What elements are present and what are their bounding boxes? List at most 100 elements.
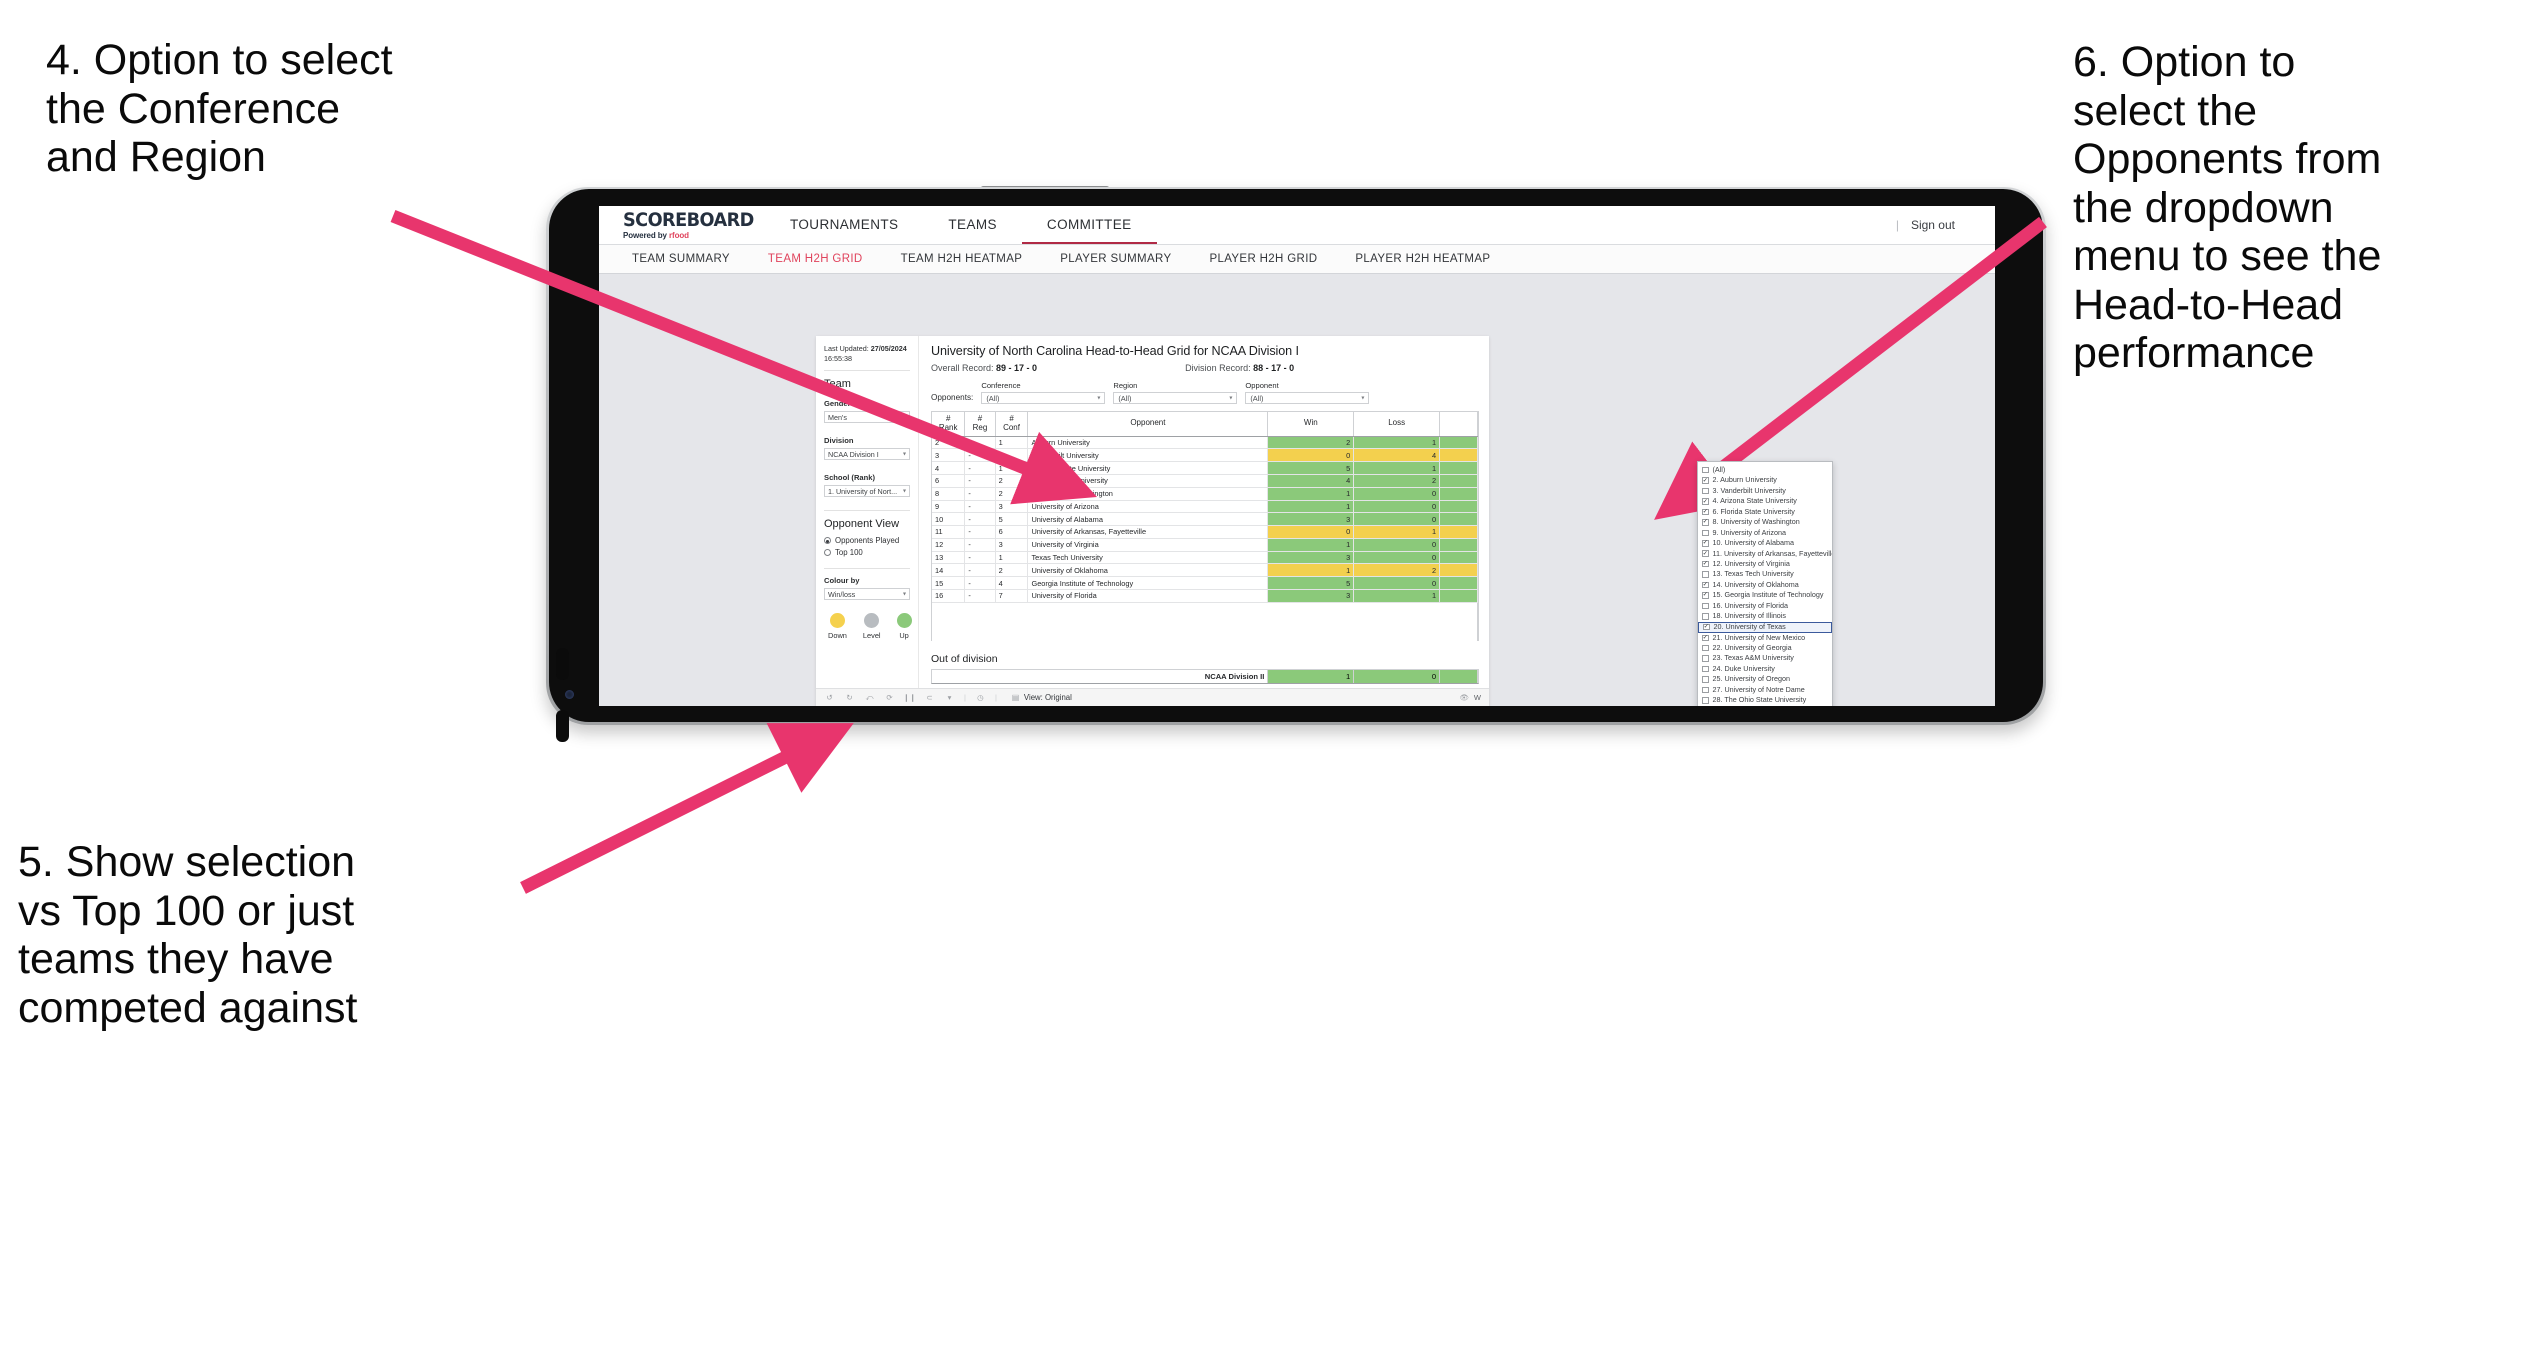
subnav-item-player-summary[interactable]: PLAYER SUMMARY xyxy=(1041,253,1190,265)
table-row[interactable]: 12-3 University of Virginia 1 0 xyxy=(932,538,1478,552)
radio-opponents-played[interactable]: Opponents Played xyxy=(824,536,910,545)
colour-by-select[interactable]: Win/loss ▾ xyxy=(824,588,910,601)
dropdown-option[interactable]: ✓ 21. University of New Mexico xyxy=(1698,633,1832,643)
table-row[interactable]: 14-2 University of Oklahoma 1 2 xyxy=(932,563,1478,578)
checkbox-checked-icon[interactable]: ✓ xyxy=(1702,592,1709,599)
dropdown-option[interactable]: ✓ 8. University of Washington xyxy=(1698,517,1832,527)
app-logo[interactable]: SCOREBOARD Powered by rfood xyxy=(623,210,754,240)
checkbox-unchecked-icon[interactable] xyxy=(1702,697,1709,704)
checkbox-checked-icon[interactable]: ✓ xyxy=(1702,581,1709,589)
dropdown-option[interactable]: ✓ 14. University of Oklahoma xyxy=(1698,580,1832,590)
dropdown-option[interactable]: 22. University of Georgia xyxy=(1698,643,1832,653)
checkbox-unchecked-icon[interactable] xyxy=(1702,571,1709,578)
table-row[interactable]: 6-2 Florida State University 4 2 xyxy=(932,474,1478,488)
table-row[interactable]: 15-4 Georgia Institute of Technology 5 0 xyxy=(932,576,1478,590)
dropdown-option[interactable]: 16. University of Florida xyxy=(1698,601,1832,611)
dropdown-option-label: 10. University of Alabama xyxy=(1712,538,1795,548)
refresh-data-icon[interactable]: ⟳ xyxy=(884,692,895,703)
subnav-item-player-h2h-grid[interactable]: PLAYER H2H GRID xyxy=(1190,253,1336,265)
dropdown-option[interactable]: (All) xyxy=(1698,465,1832,475)
opponent-dropdown-list[interactable]: (All) ✓ 2. Auburn University 3. Vanderbilt … xyxy=(1698,462,1832,706)
table-row[interactable]: 11-6 University of Arkansas, Fayetteville… xyxy=(932,525,1478,539)
revert-icon[interactable]: ⤺ xyxy=(864,692,875,703)
cell-reg: - xyxy=(964,500,996,514)
dropdown-option[interactable]: 25. University of Oregon xyxy=(1698,674,1832,684)
checkbox-checked-icon[interactable]: ✓ xyxy=(1702,550,1709,557)
cell-spacer xyxy=(1439,589,1478,603)
checkbox-unchecked-icon[interactable] xyxy=(1702,686,1709,694)
dropdown-option[interactable]: 24. Duke University xyxy=(1698,664,1832,674)
checkbox-unchecked-icon[interactable] xyxy=(1702,676,1709,683)
share-icon[interactable]: ⊂ xyxy=(924,692,935,703)
pause-updates-icon[interactable]: ❙❙ xyxy=(903,692,916,703)
radio-top-100[interactable]: Top 100 xyxy=(824,548,910,557)
dropdown-option[interactable]: ✓ 4. Arizona State University xyxy=(1698,496,1832,506)
dropdown-option[interactable]: 3. Vanderbilt University xyxy=(1698,486,1832,496)
checkbox-checked-icon[interactable]: ✓ xyxy=(1702,498,1709,505)
checkbox-checked-icon[interactable]: ✓ xyxy=(1702,508,1709,516)
table-row[interactable]: 2-1 Auburn University 2 1 xyxy=(932,436,1478,450)
chevron-down-icon[interactable]: ▾ xyxy=(944,692,955,703)
table-row[interactable]: 16-7 University of Florida 3 1 xyxy=(932,589,1478,603)
dropdown-option[interactable]: 18. University of Illinois xyxy=(1698,611,1832,621)
region-filter-select[interactable]: (All) ▾ xyxy=(1113,392,1238,404)
topnav-item-teams[interactable]: TEAMS xyxy=(923,206,1022,244)
checkbox-unchecked-icon[interactable] xyxy=(1702,529,1709,537)
checkbox-unchecked-icon[interactable] xyxy=(1702,487,1709,495)
subnav-item-team-h2h-heatmap[interactable]: TEAM H2H HEATMAP xyxy=(882,253,1042,265)
dropdown-option[interactable]: ✓ 15. Georgia Institute of Technology xyxy=(1698,590,1832,600)
table-row[interactable]: 3-2 Vanderbilt University 0 4 xyxy=(932,448,1478,463)
view-original-button[interactable]: ▤ View: Original xyxy=(1010,692,1072,703)
subnav-item-team-h2h-grid[interactable]: TEAM H2H GRID xyxy=(749,253,882,265)
checkbox-unchecked-icon[interactable] xyxy=(1702,665,1709,673)
opponent-filter-select[interactable]: (All) ▾ xyxy=(1245,392,1370,404)
cell-rank: 14 xyxy=(932,563,966,578)
checkbox-checked-icon[interactable]: ✓ xyxy=(1703,623,1710,631)
dropdown-option[interactable]: ✓ 6. Florida State University xyxy=(1698,507,1832,517)
table-row[interactable]: 8-2 University of Washington 1 0 xyxy=(932,487,1478,501)
dropdown-option[interactable]: ✓ 20. University of Texas xyxy=(1698,621,1832,633)
eye-icon[interactable]: 👁 xyxy=(1459,692,1470,703)
signout-link[interactable]: Sign out xyxy=(1911,218,1955,232)
checkbox-unchecked-icon[interactable] xyxy=(1702,644,1709,652)
cell-spacer xyxy=(1439,487,1478,501)
checkbox-checked-icon[interactable]: ✓ xyxy=(1702,540,1709,547)
dropdown-option[interactable]: 9. University of Arizona xyxy=(1698,528,1832,538)
table-row[interactable]: 9-3 University of Arizona 1 0 xyxy=(932,500,1478,514)
gender-select[interactable]: Men's ▾ xyxy=(824,411,910,424)
dropdown-option[interactable]: 28. The Ohio State University xyxy=(1698,695,1832,705)
dropdown-option[interactable]: ✓ 11. University of Arkansas, Fayettevill… xyxy=(1698,549,1832,559)
dropdown-option[interactable]: ✓ 2. Auburn University xyxy=(1698,475,1832,485)
checkbox-unchecked-icon[interactable] xyxy=(1702,466,1709,474)
checkbox-checked-icon[interactable]: ✓ xyxy=(1702,560,1709,568)
table-row[interactable]: 13-1 Texas Tech University 3 0 xyxy=(932,551,1478,565)
dropdown-option[interactable]: ✓ 10. University of Alabama xyxy=(1698,538,1832,548)
subnav-item-player-h2h-heatmap[interactable]: PLAYER H2H HEATMAP xyxy=(1336,253,1509,265)
dropdown-option[interactable]: 13. Texas Tech University xyxy=(1698,569,1832,579)
table-row[interactable]: 4-1 Arizona State University 5 1 xyxy=(932,461,1478,475)
dropdown-option[interactable]: 23. Texas A&M University xyxy=(1698,653,1832,663)
checkbox-unchecked-icon[interactable] xyxy=(1702,655,1709,662)
legend-dot-up xyxy=(896,613,912,629)
undo-icon[interactable]: ↺ xyxy=(824,692,835,703)
out-of-division-row[interactable]: NCAA Division II 1 0 xyxy=(932,669,1478,683)
conference-filter-select[interactable]: (All) ▾ xyxy=(981,392,1106,404)
account-separator: | xyxy=(1895,218,1899,232)
checkbox-checked-icon[interactable]: ✓ xyxy=(1702,519,1709,526)
topnav-item-committee[interactable]: COMMITTEE xyxy=(1021,206,1157,244)
division-select[interactable]: NCAA Division I ▾ xyxy=(824,448,910,461)
dropdown-option[interactable]: 27. University of Notre Dame xyxy=(1698,685,1832,695)
topnav-item-tournaments[interactable]: TOURNAMENTS xyxy=(765,206,923,244)
gender-label: Gender xyxy=(824,399,851,409)
table-row[interactable]: 10-5 University of Alabama 3 0 xyxy=(932,512,1478,527)
clock-icon[interactable]: ◷ xyxy=(975,692,986,703)
checkbox-checked-icon[interactable]: ✓ xyxy=(1702,634,1709,642)
opponent-dropdown-panel[interactable]: (All) ✓ 2. Auburn University 3. Vanderbilt … xyxy=(1697,461,1833,706)
redo-icon[interactable]: ↻ xyxy=(844,692,855,703)
dropdown-option[interactable]: ✓ 12. University of Virginia xyxy=(1698,559,1832,569)
subnav-item-team-summary[interactable]: TEAM SUMMARY xyxy=(613,253,749,265)
school-rank-select[interactable]: 1. University of Nort... ▾ xyxy=(824,485,910,498)
checkbox-unchecked-icon[interactable] xyxy=(1702,602,1709,610)
checkbox-checked-icon[interactable]: ✓ xyxy=(1702,477,1709,484)
checkbox-unchecked-icon[interactable] xyxy=(1702,613,1709,620)
